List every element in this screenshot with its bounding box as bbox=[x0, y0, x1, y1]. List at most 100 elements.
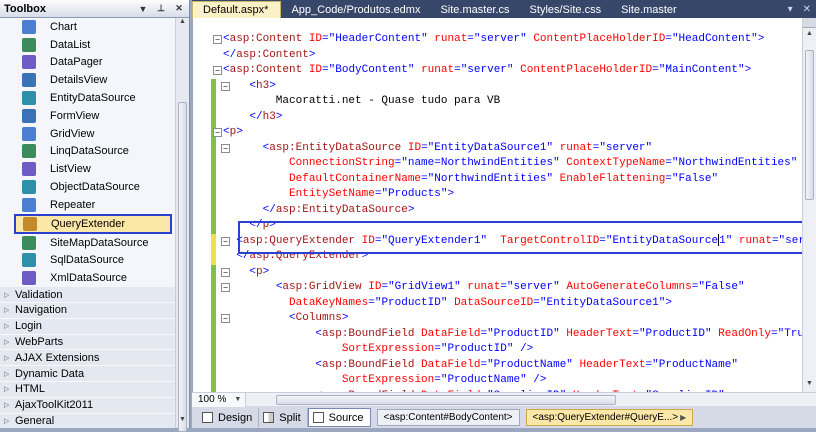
code-line[interactable]: ConnectionString = "name=NorthwindEntities… bbox=[223, 156, 802, 172]
collapse-icon[interactable]: − bbox=[221, 314, 230, 323]
collapse-icon[interactable]: − bbox=[221, 283, 230, 292]
horizontal-scroll-row: 100 % ▼ bbox=[192, 392, 816, 407]
horizontal-scroll-thumb[interactable] bbox=[276, 395, 616, 405]
code-line[interactable]: SortExpression="ProductName" /> bbox=[223, 373, 802, 389]
code-token: ID bbox=[361, 281, 382, 293]
formview-icon bbox=[22, 108, 36, 123]
breadcrumb-body-content[interactable]: <asp:Content#BodyContent> bbox=[376, 409, 520, 426]
pin-icon[interactable]: ⊥ bbox=[153, 2, 169, 16]
editor-vertical-scrollbar[interactable]: ▲ ▼ bbox=[802, 18, 816, 392]
code-line[interactable]: DataKeyNames="ProductID" DataSourceID="E… bbox=[223, 296, 802, 312]
source-code[interactable]: <asp:Content ID="HeaderContent" runat="s… bbox=[223, 32, 802, 392]
breadcrumb-query-extender[interactable]: <asp:QueryExtender#QueryE...> ▶ bbox=[525, 409, 694, 426]
toolbox-item-linqdatasource[interactable]: LinqDataSource bbox=[0, 143, 176, 161]
tab-2[interactable]: Site.master.cs bbox=[430, 1, 519, 18]
editor-scroll-thumb[interactable] bbox=[805, 50, 814, 200]
tab-dropdown-icon[interactable]: ▾ bbox=[783, 1, 798, 18]
code-line[interactable]: <p> bbox=[223, 265, 802, 281]
zoom-select[interactable]: 100 % ▼ bbox=[192, 392, 246, 407]
code-line[interactable]: </asp:EntityDataSource> bbox=[223, 203, 802, 219]
collapse-icon[interactable]: − bbox=[221, 267, 230, 277]
code-line[interactable]: SortExpression="ProductID" /> bbox=[223, 342, 802, 358]
tab-0[interactable]: Default.aspx* bbox=[192, 1, 282, 18]
code-token: asp:Content bbox=[229, 64, 303, 76]
toolbox-group-general[interactable]: ▷ General bbox=[0, 413, 176, 428]
toolbox-scrollbar[interactable]: ▲ ▼ bbox=[175, 18, 189, 432]
toolbox-item-listview[interactable]: ListView bbox=[0, 160, 176, 178]
dropdown-icon[interactable]: ▼ bbox=[135, 2, 151, 16]
toolbox-group-navigation[interactable]: ▷ Navigation bbox=[0, 302, 176, 319]
code-token: "ProductName" bbox=[487, 358, 573, 371]
toolbox-group-login[interactable]: ▷ Login bbox=[0, 318, 176, 335]
toolbox-item-queryextender[interactable]: QueryExtender bbox=[14, 213, 172, 234]
code-line[interactable]: EntitySetName="Products"> bbox=[223, 187, 802, 203]
toolbox-group-label: General bbox=[15, 414, 55, 427]
scroll-down-icon[interactable]: ▼ bbox=[803, 380, 816, 392]
toolbox-item-label: FormView bbox=[50, 109, 100, 122]
split-handle[interactable] bbox=[803, 18, 816, 28]
toolbox-item-label: ListView bbox=[50, 163, 91, 176]
toolbox-item-repeater[interactable]: Repeater bbox=[0, 196, 176, 214]
toolbox-item-detailsview[interactable]: DetailsView bbox=[0, 71, 176, 89]
code-editor[interactable]: <asp:Content ID="HeaderContent" runat="s… bbox=[192, 18, 802, 392]
toolbox-scroll-thumb[interactable] bbox=[178, 102, 187, 432]
code-token: DefaultContainerName bbox=[289, 172, 422, 185]
collapse-icon[interactable]: − bbox=[221, 143, 230, 153]
code-token: h3 bbox=[262, 110, 276, 123]
code-line[interactable]: </h3> bbox=[223, 110, 802, 126]
code-line[interactable]: <asp:EntityDataSource ID="EntityDataSour… bbox=[223, 141, 802, 157]
tab-3[interactable]: Styles/Site.css bbox=[520, 1, 612, 18]
code-line[interactable]: <h3> bbox=[223, 79, 802, 95]
toolbox-group-label: AjaxToolKit2011 bbox=[15, 399, 94, 412]
collapse-icon[interactable]: − bbox=[213, 35, 222, 44]
chevron-down-icon: ▼ bbox=[234, 396, 242, 403]
view-source-button[interactable]: Source bbox=[307, 408, 371, 427]
code-token: "ProductName" bbox=[440, 374, 527, 386]
code-line[interactable]: <asp:GridView ID="GridView1" runat="serv… bbox=[223, 280, 802, 296]
toolbox-item-entitydatasource[interactable]: EntityDataSource bbox=[0, 89, 176, 107]
toolbox-item-chart[interactable]: Chart bbox=[0, 18, 176, 36]
code-line[interactable]: <asp:BoundField DataField="ProductID" He… bbox=[223, 327, 802, 343]
toolbox-item-datapager[interactable]: DataPager bbox=[0, 54, 176, 72]
code-line[interactable]: DefaultContainerName="NorthwindEntities"… bbox=[223, 172, 802, 188]
view-split-button[interactable]: Split bbox=[259, 408, 308, 427]
code-line[interactable]: <p> bbox=[223, 125, 802, 141]
tab-close-icon[interactable]: ✕ bbox=[798, 1, 816, 18]
code-token: SortExpression bbox=[341, 374, 435, 386]
tab-1[interactable]: App_Code/Produtos.edmx bbox=[281, 1, 430, 18]
collapse-icon[interactable]: − bbox=[221, 236, 230, 246]
toolbox-item-xmldatasource[interactable]: XmlDataSource bbox=[0, 269, 176, 287]
close-icon[interactable]: ✕ bbox=[171, 2, 187, 16]
toolbox-group-html[interactable]: ▷ HTML bbox=[0, 381, 176, 398]
collapse-icon[interactable]: − bbox=[213, 66, 222, 75]
collapse-icon[interactable]: − bbox=[221, 81, 230, 91]
view-design-button[interactable]: Design bbox=[198, 408, 260, 427]
collapse-icon[interactable]: − bbox=[213, 128, 222, 137]
code-line[interactable]: <Columns> bbox=[223, 311, 802, 327]
code-line[interactable]: <asp:BoundField DataField="ProductName" … bbox=[223, 358, 802, 374]
toolbox-item-datalist[interactable]: DataList bbox=[0, 36, 176, 54]
toolbox-item-gridview[interactable]: GridView bbox=[0, 125, 176, 143]
toolbox-item-sqldatasource[interactable]: SqlDataSource bbox=[0, 252, 176, 270]
toolbox-group-webparts[interactable]: ▷ WebParts bbox=[0, 334, 176, 351]
toolbox-item-label: SqlDataSource bbox=[50, 254, 124, 267]
toolbox-group-dynamic-data[interactable]: ▷ Dynamic Data bbox=[0, 366, 176, 382]
code-line[interactable]: </asp:Content> bbox=[223, 48, 802, 64]
scroll-up-icon[interactable]: ▲ bbox=[803, 30, 816, 42]
tab-4[interactable]: Site.master bbox=[611, 1, 687, 18]
code-token: runat bbox=[460, 281, 501, 293]
toolbox-item-formview[interactable]: FormView bbox=[0, 107, 176, 125]
toolbox-group-validation[interactable]: ▷ Validation bbox=[0, 287, 176, 303]
code-line[interactable]: <asp:Content ID="HeaderContent" runat="s… bbox=[223, 32, 802, 48]
scroll-down-icon[interactable]: ▼ bbox=[176, 416, 189, 428]
scroll-up-icon[interactable]: ▲ bbox=[176, 18, 189, 30]
code-line[interactable]: Macoratti.net - Quase tudo para VB bbox=[223, 94, 802, 110]
toolbox-item-label: Repeater bbox=[50, 198, 96, 211]
toolbox-item-sitemapdatasource[interactable]: SiteMapDataSource bbox=[0, 234, 176, 252]
code-line[interactable]: <asp:Content ID="BodyContent" runat="ser… bbox=[223, 63, 802, 79]
toolbox-group-ajaxtoolkit2011[interactable]: ▷ AjaxToolKit2011 bbox=[0, 397, 176, 414]
toolbox-item-objectdatasource[interactable]: ObjectDataSource bbox=[0, 178, 176, 196]
toolbox-group-ajax-extensions[interactable]: ▷ AJAX Extensions bbox=[0, 350, 176, 367]
